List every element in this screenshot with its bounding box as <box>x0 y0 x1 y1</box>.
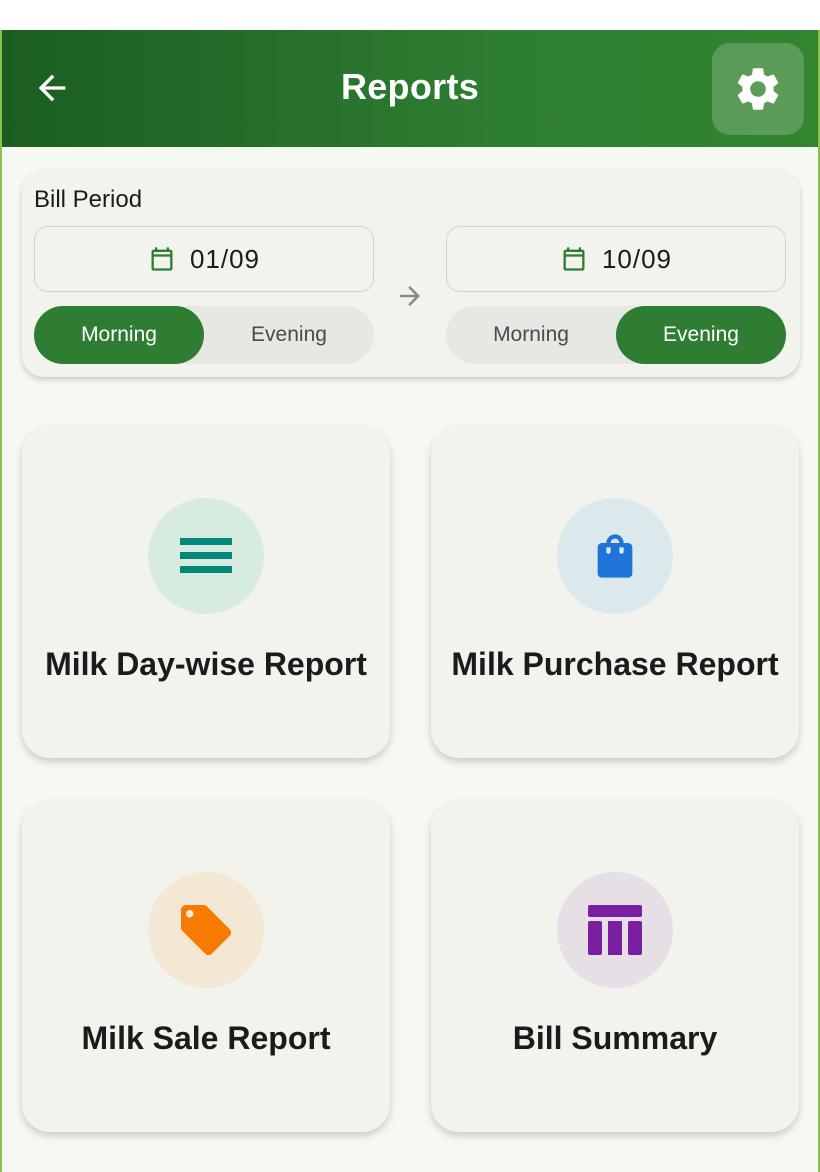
icon-circle <box>148 872 264 988</box>
icon-circle <box>148 498 264 614</box>
milk-day-wise-report-card[interactable]: Milk Day-wise Report <box>22 426 390 758</box>
from-date-field[interactable]: 01/09 <box>34 226 374 292</box>
table-icon <box>588 905 642 955</box>
list-lines-icon <box>180 538 232 573</box>
icon-circle <box>557 872 673 988</box>
bill-period-label: Bill Period <box>34 186 143 213</box>
report-label: Bill Summary <box>512 1020 718 1056</box>
gear-icon <box>737 68 779 110</box>
price-tag-icon <box>181 905 231 955</box>
report-label: Milk Purchase Report <box>451 646 779 682</box>
bill-summary-card[interactable]: Bill Summary <box>431 800 799 1132</box>
to-evening-option[interactable]: Evening <box>616 306 786 364</box>
milk-sale-report-card[interactable]: Milk Sale Report <box>22 800 390 1132</box>
report-label: Milk Sale Report <box>81 1020 331 1056</box>
to-date-field[interactable]: 10/09 <box>446 226 786 292</box>
range-arrow-icon <box>392 278 428 314</box>
from-date-text: 01/09 <box>189 243 261 274</box>
icon-circle <box>557 498 673 614</box>
app-bar: Reports <box>2 30 818 147</box>
calendar-icon <box>151 247 173 271</box>
page-title: Reports <box>340 66 480 107</box>
to-date-text: 10/09 <box>601 243 673 274</box>
from-morning-option[interactable]: Morning <box>34 306 204 364</box>
report-label: Milk Day-wise Report <box>45 646 367 682</box>
from-evening-option[interactable]: Evening <box>204 306 374 364</box>
bill-period-card: Bill Period 01/09 10/09 Morning Evening … <box>22 170 800 377</box>
milk-purchase-report-card[interactable]: Milk Purchase Report <box>431 426 799 758</box>
to-morning-option[interactable]: Morning <box>446 306 616 364</box>
settings-button[interactable] <box>712 43 804 135</box>
calendar-icon <box>563 247 585 271</box>
from-shift-toggle: Morning Evening <box>34 306 374 364</box>
to-shift-toggle: Morning Evening <box>446 306 786 364</box>
shopping-bag-icon <box>597 534 633 578</box>
reports-screen: Reports Bill Period 01/09 10/09 Morning … <box>0 30 820 1172</box>
